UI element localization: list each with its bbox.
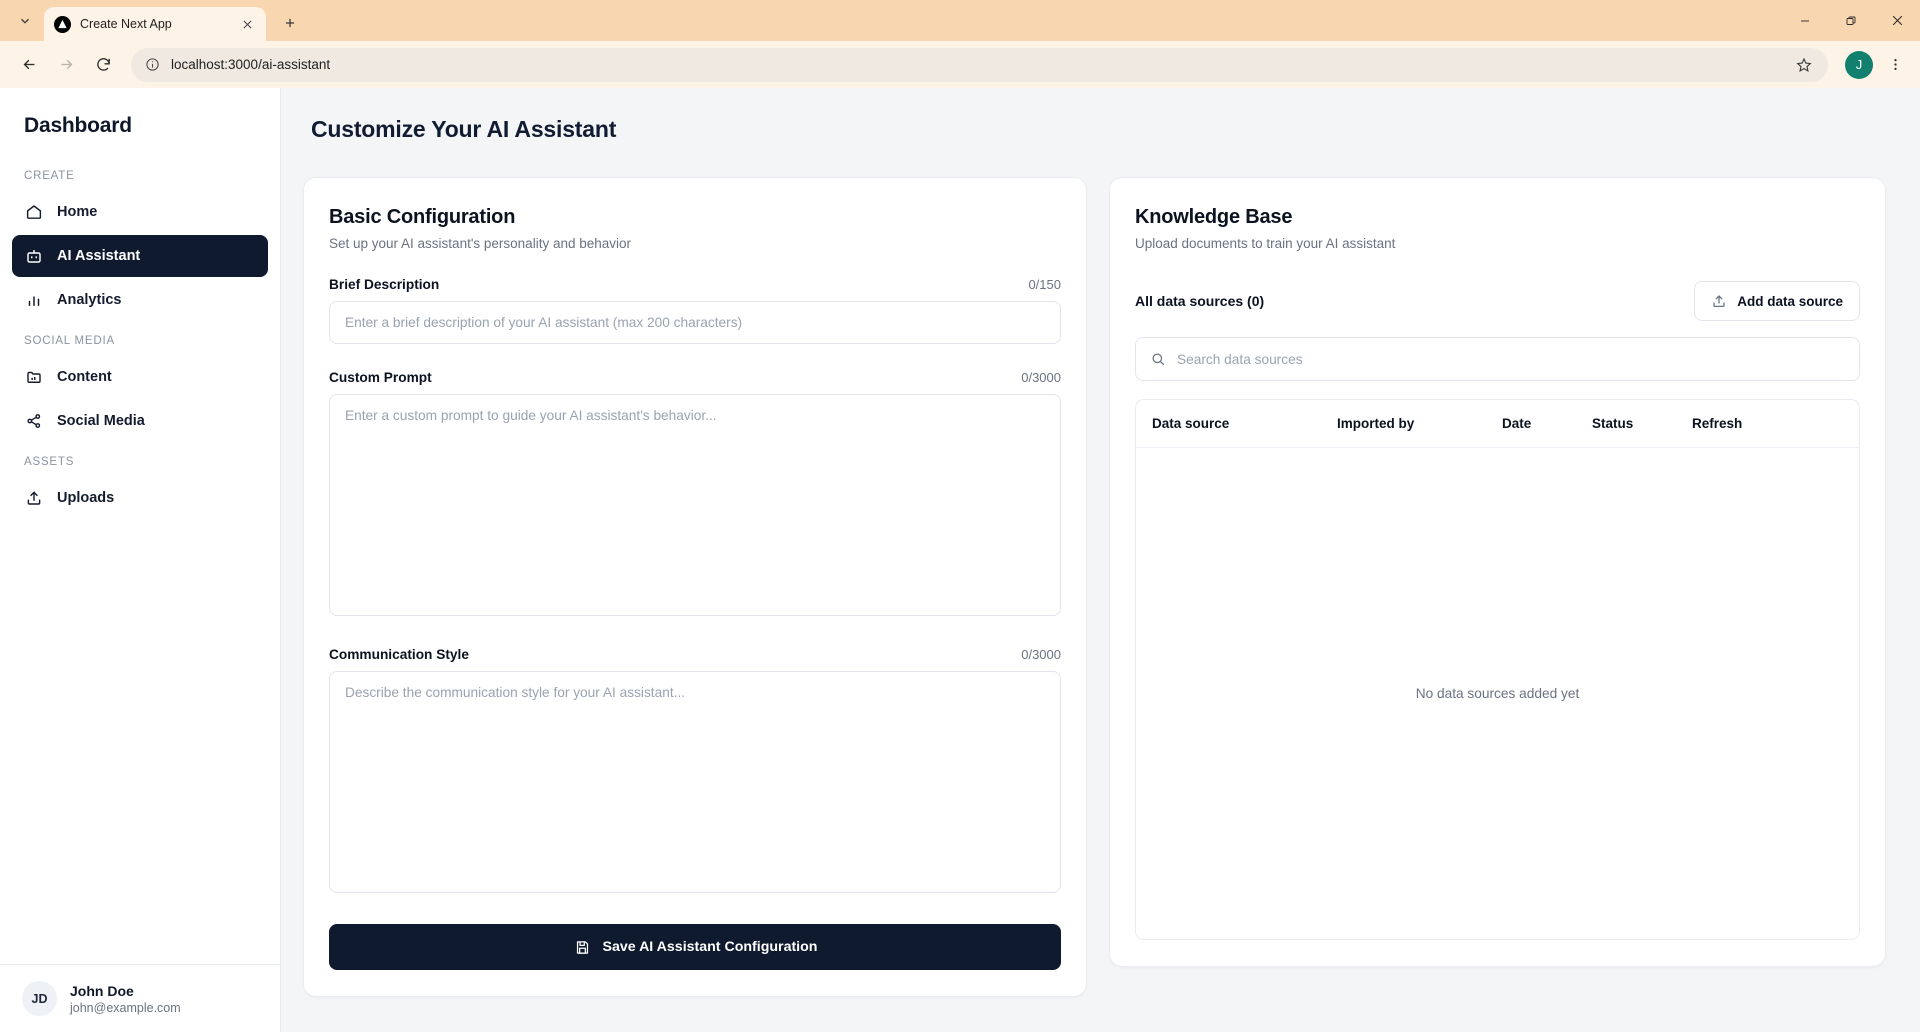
- kebab-menu-icon[interactable]: [1882, 50, 1908, 80]
- custom-prompt-counter: 0/3000: [1021, 370, 1061, 385]
- knowledge-base-title: Knowledge Base: [1135, 206, 1293, 228]
- forward-arrow-icon[interactable]: [49, 48, 83, 82]
- main-content: Customize Your AI Assistant Basic Config…: [281, 88, 1920, 1032]
- browser-window: Create Next App localhost:3000/ai-assist…: [0, 0, 1920, 1032]
- sidebar-item-label: Uploads: [57, 490, 115, 506]
- brief-description-counter: 0/150: [1028, 277, 1061, 292]
- cards-row: Basic Configuration Set up your AI assis…: [303, 177, 1886, 997]
- column-header-imported-by: Imported by: [1337, 416, 1415, 431]
- column-header-date: Date: [1502, 416, 1532, 431]
- upload-icon: [24, 489, 43, 508]
- minimize-icon[interactable]: [1782, 0, 1828, 41]
- window-controls: [1782, 0, 1920, 41]
- tab-strip: Create Next App: [0, 0, 1920, 41]
- custom-prompt-textarea[interactable]: [329, 394, 1061, 616]
- save-button-label: Save AI Assistant Configuration: [602, 939, 818, 955]
- sidebar-item-analytics[interactable]: Analytics: [12, 279, 268, 321]
- star-icon[interactable]: [1792, 53, 1816, 77]
- home-icon: [24, 203, 43, 222]
- sidebar-item-label: Analytics: [57, 292, 122, 308]
- data-sources-table: Data source Imported by Date Status Refr…: [1135, 399, 1860, 940]
- save-ai-assistant-configuration-button[interactable]: Save AI Assistant Configuration: [329, 924, 1061, 970]
- user-email: john@example.com: [70, 1000, 181, 1015]
- reload-icon[interactable]: [86, 48, 120, 82]
- communication-style-counter: 0/3000: [1021, 647, 1061, 662]
- browser-profile-avatar[interactable]: J: [1845, 50, 1873, 79]
- site-info-icon[interactable]: [143, 56, 161, 74]
- share-icon: [24, 412, 43, 431]
- sidebar-item-social-media[interactable]: Social Media: [12, 400, 268, 442]
- search-data-sources-wrapper[interactable]: [1135, 337, 1860, 381]
- sidebar-section-social-media-label: SOCIAL MEDIA: [24, 335, 115, 347]
- tab-title: Create Next App: [80, 17, 172, 31]
- table-body: No data sources added yet: [1136, 448, 1859, 939]
- sidebar-section-create-label: CREATE: [24, 170, 75, 182]
- sidebar-item-label: AI Assistant: [57, 248, 141, 264]
- sidebar-brand: Dashboard: [24, 114, 132, 137]
- sidebar-nav: CREATE Home AI Assistant Analytics SOCIA…: [0, 158, 280, 964]
- sidebar-item-uploads[interactable]: Uploads: [12, 477, 268, 519]
- tab-search-dropdown[interactable]: [8, 4, 42, 38]
- communication-style-label: Communication Style: [329, 647, 469, 662]
- communication-style-textarea[interactable]: [329, 671, 1061, 893]
- basic-configuration-subtitle: Set up your AI assistant's personality a…: [329, 236, 632, 251]
- sidebar-item-ai-assistant[interactable]: AI Assistant: [12, 235, 268, 277]
- communication-style-field: Communication Style 0/3000: [329, 647, 1061, 898]
- basic-configuration-title: Basic Configuration: [329, 206, 516, 228]
- brief-description-field: Brief Description 0/150: [329, 277, 1061, 344]
- new-tab-icon[interactable]: [275, 8, 305, 38]
- url-text: localhost:3000/ai-assistant: [171, 57, 331, 72]
- folder-icon: [24, 368, 43, 387]
- close-icon[interactable]: [238, 15, 256, 33]
- page-viewport: Dashboard CREATE Home AI Assistant Analy…: [0, 88, 1920, 1032]
- upload-icon: [1711, 293, 1727, 309]
- search-icon: [1150, 351, 1166, 367]
- add-data-source-label: Add data source: [1737, 293, 1843, 309]
- knowledge-base-card: Knowledge Base Upload documents to train…: [1109, 177, 1886, 967]
- brief-description-label: Brief Description: [329, 277, 440, 292]
- column-header-refresh: Refresh: [1692, 416, 1743, 431]
- data-sources-count: All data sources (0): [1135, 293, 1265, 309]
- sidebar-user-profile[interactable]: JD John Doe john@example.com: [0, 964, 280, 1032]
- bot-icon: [24, 247, 43, 266]
- restore-icon[interactable]: [1828, 0, 1874, 41]
- basic-configuration-card: Basic Configuration Set up your AI assis…: [303, 177, 1087, 997]
- sidebar-section-assets-label: ASSETS: [24, 456, 75, 468]
- column-header-data-source: Data source: [1152, 416, 1230, 431]
- sidebar-item-label: Content: [57, 369, 112, 385]
- empty-state-text: No data sources added yet: [1415, 686, 1580, 701]
- browser-tab[interactable]: Create Next App: [44, 7, 266, 41]
- address-bar[interactable]: localhost:3000/ai-assistant: [131, 47, 1828, 82]
- sidebar-item-home[interactable]: Home: [12, 191, 268, 233]
- close-icon[interactable]: [1874, 0, 1920, 41]
- search-data-sources-input[interactable]: [1177, 351, 1845, 367]
- sidebar-item-content[interactable]: Content: [12, 356, 268, 398]
- browser-toolbar: localhost:3000/ai-assistant J: [0, 41, 1920, 88]
- avatar: JD: [22, 981, 57, 1016]
- data-sources-toolbar: All data sources (0) Add data source: [1135, 281, 1860, 321]
- communication-style-header: Communication Style 0/3000: [329, 647, 1061, 662]
- custom-prompt-label: Custom Prompt: [329, 370, 432, 385]
- bar-chart-icon: [24, 291, 43, 310]
- back-arrow-icon[interactable]: [12, 48, 46, 82]
- knowledge-base-subtitle: Upload documents to train your AI assist…: [1135, 236, 1396, 251]
- table-header-row: Data source Imported by Date Status Refr…: [1136, 400, 1859, 448]
- user-name: John Doe: [70, 982, 134, 999]
- page-title: Customize Your AI Assistant: [311, 116, 617, 142]
- save-disk-icon: [573, 938, 592, 957]
- sidebar-item-label: Social Media: [57, 413, 145, 429]
- add-data-source-button[interactable]: Add data source: [1694, 281, 1860, 321]
- brief-description-input[interactable]: [329, 301, 1061, 344]
- nextjs-logo-icon: [54, 15, 71, 33]
- custom-prompt-field: Custom Prompt 0/3000: [329, 370, 1061, 621]
- column-header-status: Status: [1592, 416, 1634, 431]
- custom-prompt-header: Custom Prompt 0/3000: [329, 370, 1061, 385]
- sidebar: Dashboard CREATE Home AI Assistant Analy…: [0, 88, 281, 1032]
- sidebar-item-label: Home: [57, 204, 98, 220]
- brief-description-header: Brief Description 0/150: [329, 277, 1061, 292]
